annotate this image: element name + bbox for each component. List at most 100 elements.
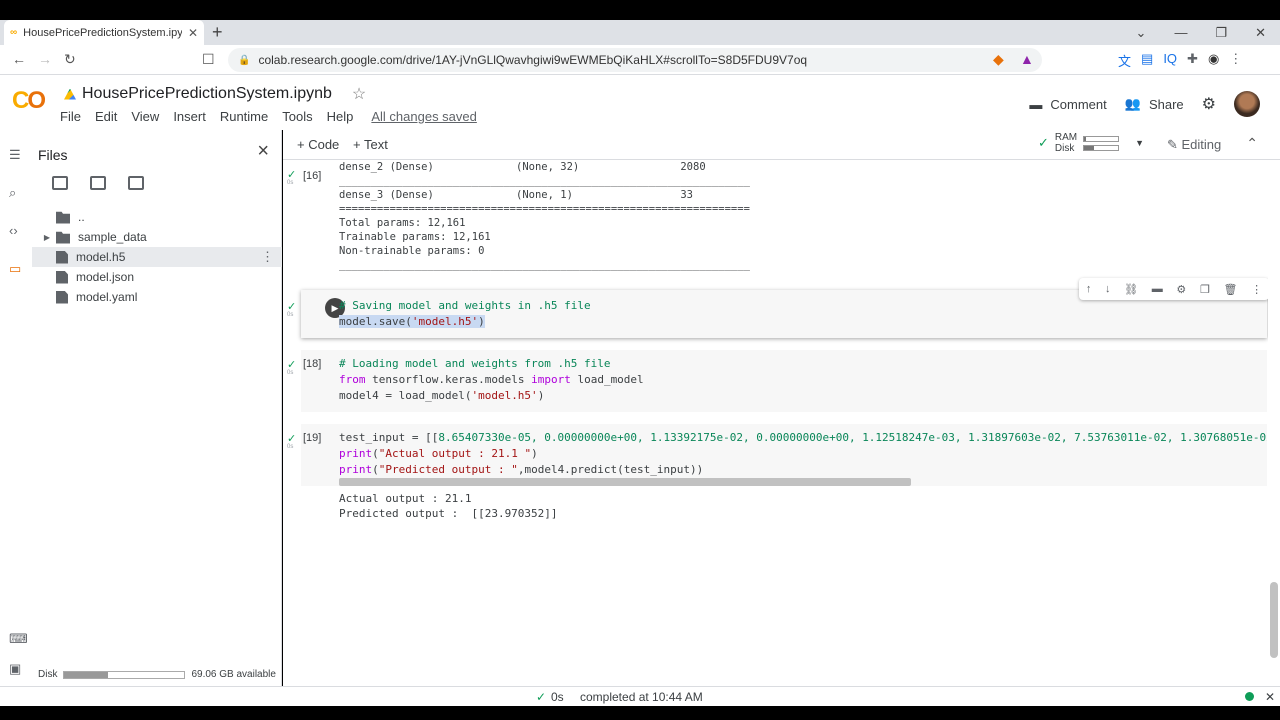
docs-extension-icon[interactable]: ▤ bbox=[1141, 51, 1153, 70]
rewards-icon[interactable]: ▲ bbox=[1020, 51, 1034, 67]
code-line[interactable]: model4 = load_model('model.h5') bbox=[339, 388, 544, 404]
menu-help[interactable]: Help bbox=[327, 109, 354, 124]
expand-caret-icon[interactable]: ▶ bbox=[32, 233, 50, 242]
editing-label: Editing bbox=[1181, 137, 1222, 152]
iq-extension-icon[interactable]: IQ bbox=[1163, 51, 1177, 70]
url-field[interactable]: 🔒 colab.research.google.com/drive/1AY-jV… bbox=[228, 48, 1042, 72]
upload-icon[interactable] bbox=[52, 176, 68, 190]
brave-shield-icon[interactable]: ◆ bbox=[993, 51, 1004, 68]
code-text: test_input = [[ bbox=[339, 431, 439, 444]
file-tree-item[interactable]: model.yaml bbox=[32, 287, 282, 307]
code-cell[interactable]: [18] # Loading model and weights from .h… bbox=[301, 350, 1267, 412]
file-tree-label: model.yaml bbox=[76, 290, 138, 304]
move-down-icon[interactable]: ↓ bbox=[1105, 283, 1111, 295]
menu-runtime[interactable]: Runtime bbox=[220, 109, 268, 124]
profile-menu-icon[interactable]: ⌄ bbox=[1136, 25, 1147, 41]
code-line[interactable]: # Loading model and weights from .h5 fil… bbox=[339, 356, 611, 372]
close-tab-icon[interactable]: ✕ bbox=[188, 26, 198, 40]
editing-mode-button[interactable]: ✎ Editing bbox=[1167, 137, 1221, 153]
link-icon[interactable]: ⛓ bbox=[1124, 283, 1138, 296]
restore-button[interactable]: ❐ bbox=[1215, 25, 1227, 41]
code-snippets-icon[interactable]: ‹› bbox=[9, 223, 18, 238]
star-icon[interactable]: ☆ bbox=[352, 84, 366, 104]
code-line[interactable]: model.save('model.h5') bbox=[339, 314, 485, 330]
command-palette-icon[interactable]: ⌨ bbox=[9, 631, 28, 647]
move-up-icon[interactable]: ↑ bbox=[1086, 283, 1092, 295]
code-text: tensorflow.keras.models bbox=[365, 373, 532, 386]
search-icon[interactable]: ⌕ bbox=[9, 185, 16, 201]
puzzle-extension-icon[interactable]: ✚ bbox=[1187, 51, 1198, 70]
menu-tools[interactable]: Tools bbox=[282, 109, 312, 124]
code-line[interactable]: from tensorflow.keras.models import load… bbox=[339, 372, 644, 388]
code-line[interactable]: print("Predicted output : ",model4.predi… bbox=[339, 462, 703, 478]
colab-logo[interactable]: CO bbox=[12, 87, 46, 115]
cell-settings-icon[interactable]: ⚙ bbox=[1176, 283, 1186, 296]
horizontal-scrollbar[interactable] bbox=[339, 478, 911, 486]
mount-drive-icon[interactable] bbox=[128, 176, 144, 190]
code-comment: # Saving model and weights in .h5 file bbox=[339, 299, 591, 312]
collapse-header-icon[interactable]: ⌃ bbox=[1246, 135, 1258, 152]
cell-output-line: Actual output : 21.1 bbox=[339, 492, 472, 505]
browser-tab[interactable]: ∞ HousePricePredictionSystem.ipyn ✕ bbox=[4, 20, 204, 45]
translate-extension-icon[interactable]: 文 bbox=[1118, 51, 1131, 70]
model-summary-line: Non-trainable params: 0 bbox=[339, 245, 485, 257]
table-of-contents-icon[interactable]: ☰ bbox=[9, 147, 21, 163]
share-button[interactable]: 👥 Share bbox=[1125, 96, 1184, 112]
more-options-icon[interactable]: ⋮ bbox=[261, 249, 274, 265]
vertical-scrollbar[interactable] bbox=[1268, 160, 1280, 686]
code-cell[interactable]: [19] test_input = [[8.65407330e-05, 0.00… bbox=[301, 424, 1267, 486]
colab-favicon-icon: ∞ bbox=[10, 27, 18, 38]
model-summary-line: Total params: 12,161 bbox=[339, 217, 466, 229]
settings-gear-icon[interactable]: ⚙ bbox=[1202, 94, 1216, 114]
disk-usage: Disk 69.06 GB available bbox=[38, 669, 276, 680]
reload-icon[interactable]: ↻ bbox=[64, 51, 76, 68]
comment-button[interactable]: ▬ Comment bbox=[1029, 97, 1106, 112]
more-actions-icon[interactable]: ⋮ bbox=[1251, 283, 1262, 296]
menu-insert[interactable]: Insert bbox=[173, 109, 206, 124]
minimize-button[interactable]: — bbox=[1174, 25, 1187, 40]
new-tab-button[interactable]: + bbox=[212, 22, 223, 43]
delete-cell-icon[interactable]: 🗑 bbox=[1223, 283, 1237, 296]
ram-usage-bar bbox=[1083, 135, 1120, 142]
files-folder-icon[interactable]: ▭ bbox=[9, 261, 21, 277]
file-tree-item[interactable]: model.h5 ⋮ bbox=[32, 247, 282, 267]
file-tree-item[interactable]: .. bbox=[32, 207, 282, 227]
add-text-cell-button[interactable]: + Text bbox=[353, 137, 388, 152]
people-icon: 👥 bbox=[1124, 96, 1141, 111]
profile-icon[interactable]: ◉ bbox=[1208, 51, 1219, 70]
close-status-icon[interactable]: ✕ bbox=[1265, 690, 1275, 704]
status-message[interactable]: completed at 10:44 AM bbox=[580, 690, 703, 704]
file-tree-item[interactable]: model.json bbox=[32, 267, 282, 287]
model-summary-line: ========================================… bbox=[339, 203, 750, 215]
drive-icon[interactable] bbox=[64, 88, 76, 100]
code-line[interactable]: # Saving model and weights in .h5 file bbox=[339, 298, 591, 314]
mirror-cell-icon[interactable]: ❐ bbox=[1200, 283, 1210, 296]
disk-label: Disk bbox=[1054, 143, 1075, 154]
avatar[interactable] bbox=[1234, 91, 1260, 117]
close-icon[interactable]: × bbox=[257, 140, 269, 163]
resources-dropdown-icon[interactable]: ▼ bbox=[1135, 138, 1144, 148]
bookmark-icon[interactable]: ☐ bbox=[202, 51, 215, 68]
file-tree-item[interactable]: ▶ sample_data bbox=[32, 227, 282, 247]
code-numbers: 8.65407330e-05, 0.00000000e+00, 1.133921… bbox=[438, 431, 1267, 444]
forward-icon[interactable]: → bbox=[38, 51, 52, 67]
notebook-title[interactable]: HousePricePredictionSystem.ipynb bbox=[82, 85, 332, 103]
menu-edit[interactable]: Edit bbox=[95, 109, 117, 124]
save-status-link[interactable]: All changes saved bbox=[371, 109, 477, 124]
folder-icon bbox=[56, 211, 70, 224]
url-text: colab.research.google.com/drive/1AY-jVnG… bbox=[258, 53, 808, 67]
menu-view[interactable]: View bbox=[131, 109, 159, 124]
close-window-button[interactable]: ✕ bbox=[1255, 25, 1266, 41]
menu-file[interactable]: File bbox=[60, 109, 81, 124]
refresh-folder-icon[interactable] bbox=[90, 176, 106, 190]
comment-cell-icon[interactable]: ▬ bbox=[1152, 283, 1163, 295]
back-icon[interactable]: ← bbox=[12, 51, 26, 67]
cell-exec-time: 0s bbox=[287, 444, 294, 450]
terminal-icon[interactable]: ▣ bbox=[9, 661, 21, 677]
browser-menu-icon[interactable]: ⋮ bbox=[1229, 51, 1242, 70]
connected-check-icon: ✓ bbox=[1038, 135, 1049, 150]
code-line[interactable]: print("Actual output : 21.1 ") bbox=[339, 446, 538, 462]
resources-indicator[interactable]: ✓ RAM Disk ▼ bbox=[1038, 132, 1144, 154]
add-code-cell-button[interactable]: + Code bbox=[297, 137, 339, 152]
code-line[interactable]: test_input = [[8.65407330e-05, 0.0000000… bbox=[339, 430, 1267, 446]
